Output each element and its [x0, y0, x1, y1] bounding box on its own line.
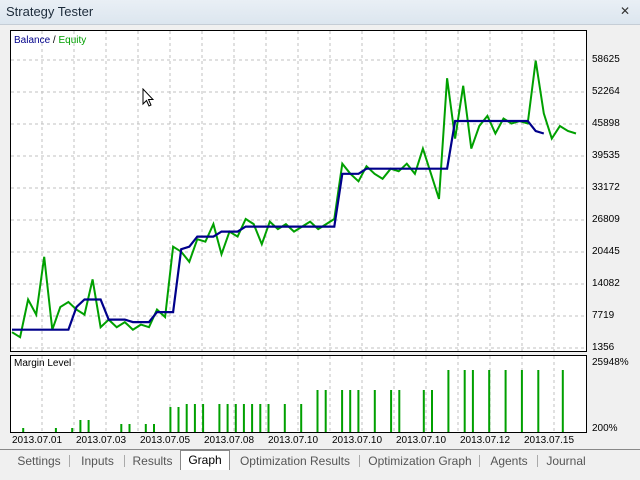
tab-strip: Settings Inputs Results Graph Optimization R…	[0, 450, 640, 472]
margin-bar	[234, 404, 237, 432]
y-tick-label: 1356	[592, 342, 615, 353]
margin-bar	[537, 370, 540, 432]
margin-bar	[144, 424, 147, 432]
margin-bar	[341, 390, 344, 432]
margin-bar	[390, 390, 393, 432]
y-tick-label: 39535	[592, 150, 620, 161]
y-tick-label: 58625	[592, 54, 620, 65]
margin-bar	[504, 370, 507, 432]
margin-bar	[259, 404, 262, 432]
margin-bar	[169, 407, 172, 432]
margin-bar	[373, 390, 376, 432]
margin-level-title: Margin Level	[14, 358, 72, 369]
margin-bar	[251, 404, 254, 432]
y-tick-label: 52264	[592, 86, 620, 97]
x-tick-label: 2013.07.12	[460, 435, 511, 446]
x-tick-label: 2013.07.01	[12, 435, 63, 446]
y-tick-label: 20445	[592, 246, 620, 257]
margin-bar	[471, 370, 474, 432]
x-tick-label: 2013.07.15	[524, 435, 575, 446]
tab-results[interactable]: Results	[125, 452, 180, 470]
margin-bar	[300, 404, 303, 432]
margin-bar	[447, 370, 450, 432]
legend-equity: Equity	[58, 35, 87, 46]
tab-graph[interactable]: Graph	[180, 450, 230, 470]
margin-bar	[128, 424, 131, 432]
margin-bar	[488, 370, 491, 432]
chart-legend: Balance / Equity	[14, 35, 87, 46]
margin-bar	[54, 428, 57, 432]
margin-bar	[202, 404, 205, 432]
margin-bar	[324, 390, 327, 432]
margin-bar	[267, 404, 270, 432]
tab-journal[interactable]: Journal	[538, 452, 594, 470]
mouse-cursor-icon	[142, 87, 155, 111]
margin-bar	[422, 390, 425, 432]
margin-bar	[357, 390, 360, 432]
margin-bar	[431, 390, 433, 432]
margin-bar	[185, 404, 188, 432]
chart-canvas	[11, 31, 586, 432]
margin-bar	[177, 407, 180, 432]
x-tick-label: 2013.07.10	[396, 435, 447, 446]
y-tick-label: 45898	[592, 118, 620, 129]
margin-bar	[22, 428, 25, 432]
y-tick-label: 33172	[592, 182, 620, 193]
tab-inputs[interactable]: Inputs	[70, 452, 125, 470]
x-tick-label: 2013.07.10	[332, 435, 383, 446]
margin-bar	[79, 420, 82, 432]
margin-bar	[398, 390, 401, 432]
margin-bar	[242, 404, 245, 432]
tab-optimization-results[interactable]: Optimization Results	[230, 452, 360, 470]
y-tick-label: 14082	[592, 278, 620, 289]
series-line-equity	[11, 60, 577, 339]
margin-bar	[463, 370, 466, 432]
y-tick-label: 7719	[592, 310, 615, 321]
margin-bar	[193, 404, 196, 432]
tab-settings[interactable]: Settings	[8, 452, 70, 470]
margin-bar	[349, 390, 352, 432]
margin-bar	[283, 404, 286, 432]
margin-bar	[153, 424, 155, 432]
margin-bar	[218, 404, 221, 432]
x-tick-label: 2013.07.08	[204, 435, 255, 446]
margin-bar	[120, 424, 123, 432]
margin-y-tick-label: 25948%	[592, 357, 629, 368]
margin-bar	[71, 428, 74, 432]
x-tick-label: 2013.07.10	[268, 435, 319, 446]
x-tick-label: 2013.07.03	[76, 435, 127, 446]
series-line-balance	[12, 119, 545, 331]
tab-agents[interactable]: Agents	[480, 452, 538, 470]
x-tick-label: 2013.07.05	[140, 435, 191, 446]
margin-bar	[520, 370, 523, 432]
legend-balance: Balance	[14, 35, 51, 46]
tab-optimization-graph[interactable]: Optimization Graph	[360, 452, 480, 470]
y-tick-label: 26809	[592, 214, 620, 225]
margin-bar	[226, 404, 229, 432]
margin-bar	[561, 370, 564, 432]
margin-bar	[87, 420, 90, 432]
margin-y-tick-label: 200%	[592, 423, 618, 434]
margin-bar	[316, 390, 319, 432]
